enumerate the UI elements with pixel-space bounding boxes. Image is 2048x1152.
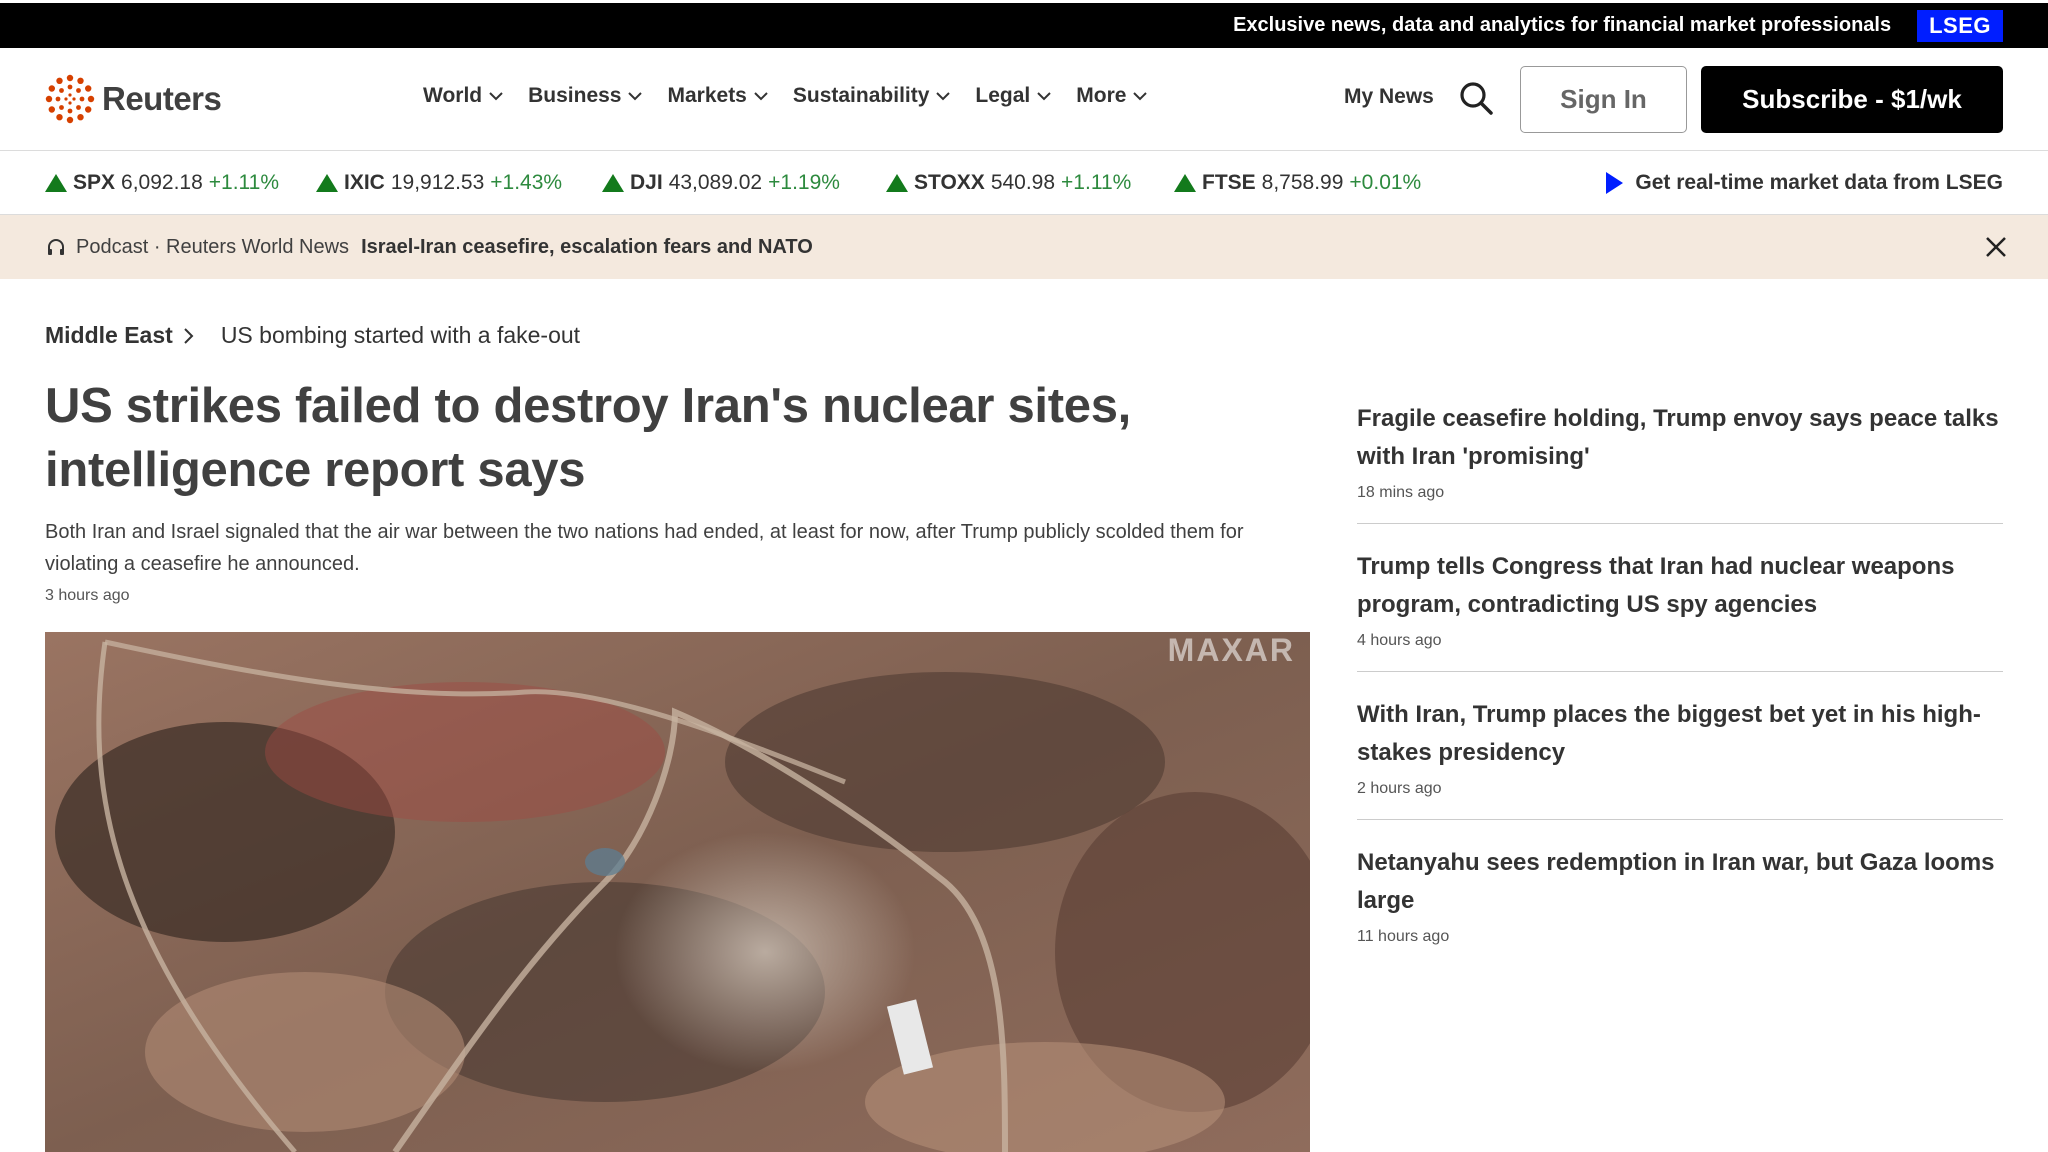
ticker-item-ixic[interactable]: IXIC 19,912.53 +1.43%	[316, 171, 562, 195]
nav-legal[interactable]: Legal	[975, 84, 1052, 108]
ticker-value: 6,092.18	[121, 171, 203, 194]
story-timestamp: 18 mins ago	[1357, 484, 1445, 501]
ticker-value: 19,912.53	[390, 171, 485, 194]
breadcrumb-section[interactable]: Middle East	[45, 322, 173, 349]
chevron-right-icon	[184, 327, 194, 344]
search-icon[interactable]	[1456, 78, 1496, 118]
ticker-symbol: FTSE	[1202, 171, 1256, 194]
up-arrow-icon	[45, 174, 67, 192]
reuters-wordmark: Reuters	[102, 80, 222, 117]
market-ticker: SPX 6,092.18 +1.11% IXIC 19,912.53 +1.43…	[0, 152, 2048, 215]
story-timestamp: 11 hours ago	[1357, 928, 1450, 945]
podcast-title[interactable]: Israel-Iran ceasefire, escalation fears …	[361, 236, 813, 259]
ticker-change: +1.43%	[490, 171, 563, 194]
close-icon[interactable]	[1984, 235, 2008, 259]
sign-in-button[interactable]: Sign In	[1520, 66, 1687, 133]
chevron-down-icon	[489, 92, 503, 101]
maxar-watermark: MAXAR	[1167, 632, 1295, 668]
my-news-link[interactable]: My News	[1344, 85, 1434, 109]
nav-business[interactable]: Business	[528, 84, 643, 108]
reuters-logo-icon	[45, 74, 95, 124]
lseg-logo[interactable]: LSEG	[1917, 9, 2003, 42]
chevron-down-icon	[936, 92, 951, 101]
main-timestamp: 3 hours ago	[45, 587, 130, 604]
headphones-icon	[48, 239, 64, 255]
play-icon	[1606, 172, 1624, 194]
chevron-down-icon	[1133, 92, 1148, 101]
ticker-value: 8,758.99	[1261, 171, 1344, 194]
list-item[interactable]: With Iran, Trump places the biggest bet …	[1357, 696, 2003, 820]
story-timestamp: 4 hours ago	[1357, 632, 1442, 649]
list-item[interactable]: Trump tells Congress that Iran had nucle…	[1357, 548, 2003, 672]
ticker-symbol: DJI	[630, 171, 663, 194]
ticker-item-dji[interactable]: DJI 43,089.02 +1.19%	[602, 171, 840, 195]
list-item[interactable]: Fragile ceasefire holding, Trump envoy s…	[1357, 400, 2003, 524]
nav-more[interactable]: More	[1076, 84, 1148, 108]
ticker-change: +1.11%	[1061, 171, 1132, 194]
reuters-logo[interactable]: Reuters	[44, 73, 222, 125]
list-item[interactable]: Netanyahu sees redemption in Iran war, b…	[1357, 844, 2003, 967]
promo-text[interactable]: Exclusive news, data and analytics for f…	[1233, 14, 1891, 37]
story-title[interactable]: With Iran, Trump places the biggest bet …	[1357, 696, 2003, 772]
subscribe-button[interactable]: Subscribe - $1/wk	[1701, 66, 2003, 133]
main-headline[interactable]: US strikes failed to destroy Iran's nucl…	[45, 374, 1145, 502]
promo-bar[interactable]: Exclusive news, data and analytics for f…	[0, 0, 2048, 48]
ticker-change: +1.19%	[768, 171, 840, 194]
related-stories-sidebar: Fragile ceasefire holding, Trump envoy s…	[1357, 400, 2003, 991]
main-nav: World Business Markets Sustainability Le…	[423, 84, 1172, 108]
chevron-down-icon	[754, 92, 768, 101]
podcast-banner[interactable]: Podcast · Reuters World News Israel-Iran…	[0, 215, 2048, 279]
ticker-symbol: STOXX	[914, 171, 985, 194]
up-arrow-icon	[602, 174, 624, 192]
hero-image[interactable]: MAXAR	[45, 632, 1310, 1152]
nav-markets[interactable]: Markets	[667, 84, 768, 108]
realtime-label: Get real-time market data from LSEG	[1635, 171, 2003, 194]
up-arrow-icon	[886, 174, 908, 192]
site-header: Reuters World Business Markets Sustainab…	[0, 48, 2048, 151]
nav-label: Business	[528, 84, 622, 107]
nav-label: Sustainability	[792, 84, 930, 107]
nav-label: Legal	[975, 84, 1031, 107]
breadcrumb: Middle East US bombing started with a fa…	[45, 322, 580, 349]
up-arrow-icon	[316, 174, 338, 192]
ticker-item-stoxx[interactable]: STOXX 540.98 +1.11%	[886, 171, 1131, 195]
story-title[interactable]: Netanyahu sees redemption in Iran war, b…	[1357, 844, 2003, 920]
realtime-data-link[interactable]: Get real-time market data from LSEG	[1606, 171, 2003, 195]
nav-label: Markets	[667, 84, 747, 107]
nav-world[interactable]: World	[423, 84, 504, 108]
nav-label: More	[1076, 84, 1127, 107]
nav-label: World	[423, 84, 483, 107]
main-summary: Both Iran and Israel signaled that the a…	[45, 521, 1244, 575]
ticker-item-ftse[interactable]: FTSE 8,758.99 +0.01%	[1174, 171, 1421, 195]
ticker-value: 540.98	[990, 171, 1056, 194]
story-title[interactable]: Fragile ceasefire holding, Trump envoy s…	[1357, 400, 2003, 476]
ticker-change: +1.11%	[208, 171, 280, 194]
ticker-symbol: IXIC	[344, 171, 385, 194]
chevron-down-icon	[628, 92, 643, 101]
story-title[interactable]: Trump tells Congress that Iran had nucle…	[1357, 548, 2003, 624]
podcast-label: Podcast · Reuters World News	[76, 235, 350, 258]
story-timestamp: 2 hours ago	[1357, 780, 1442, 797]
nav-sustainability[interactable]: Sustainability	[793, 84, 952, 108]
up-arrow-icon	[1174, 174, 1196, 192]
ticker-symbol: SPX	[73, 171, 116, 194]
ticker-change: +0.01%	[1349, 171, 1422, 194]
ticker-item-spx[interactable]: SPX 6,092.18 +1.11%	[45, 171, 279, 195]
chevron-down-icon	[1037, 92, 1051, 101]
ticker-value: 43,089.02	[668, 171, 763, 194]
satellite-image	[45, 632, 1310, 1152]
breadcrumb-related-story[interactable]: US bombing started with a fake-out	[221, 322, 580, 349]
